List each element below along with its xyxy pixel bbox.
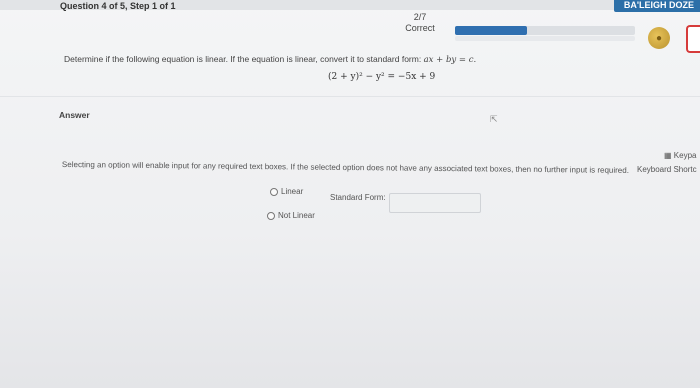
- score-value: 2/7: [413, 12, 427, 22]
- standard-form-expression: ax + by = c.: [423, 55, 477, 65]
- user-name-badge[interactable]: BA'LEIGH DOZE: [613, 0, 700, 12]
- standard-form-input[interactable]: [389, 193, 481, 213]
- progress-bar: [455, 26, 635, 35]
- cursor-icon: ⇱: [490, 114, 498, 124]
- radio-not-linear[interactable]: [267, 211, 275, 220]
- keypad-label: Keypa: [673, 151, 697, 160]
- keypad-button[interactable]: ▦ Keypa: [664, 151, 696, 160]
- keypad-icon: ▦: [664, 151, 672, 160]
- coin-icon[interactable]: ●: [648, 27, 670, 49]
- option-not-linear[interactable]: Not Linear: [267, 211, 315, 220]
- score-status: Correct: [405, 23, 435, 33]
- side-tab[interactable]: [686, 25, 700, 53]
- progress-bar-secondary: [455, 36, 635, 41]
- option-linear[interactable]: Linear: [270, 187, 303, 196]
- standard-form-label: Standard Form:: [330, 193, 386, 202]
- question-prompt: Determine if the following equation is l…: [64, 54, 422, 64]
- option-not-linear-label: Not Linear: [278, 211, 315, 220]
- divider: [0, 96, 700, 97]
- answer-label: Answer: [59, 110, 90, 120]
- instructions-text: Selecting an option will enable input fo…: [61, 160, 630, 175]
- option-linear-label: Linear: [281, 187, 304, 196]
- question-text: Determine if the following equation is l…: [64, 54, 476, 65]
- question-counter: Question 4 of 5, Step 1 of 1: [60, 1, 176, 11]
- radio-linear[interactable]: [270, 187, 278, 196]
- keyboard-shortcuts-link[interactable]: Keyboard Shortc: [637, 165, 697, 174]
- score-display: 2/7 Correct: [400, 12, 440, 34]
- equation: (2 + y)² − y² = −5x + 9: [328, 72, 436, 82]
- page: Question 4 of 5, Step 1 of 1 BA'LEIGH DO…: [0, 0, 700, 388]
- progress-fill: [455, 26, 527, 35]
